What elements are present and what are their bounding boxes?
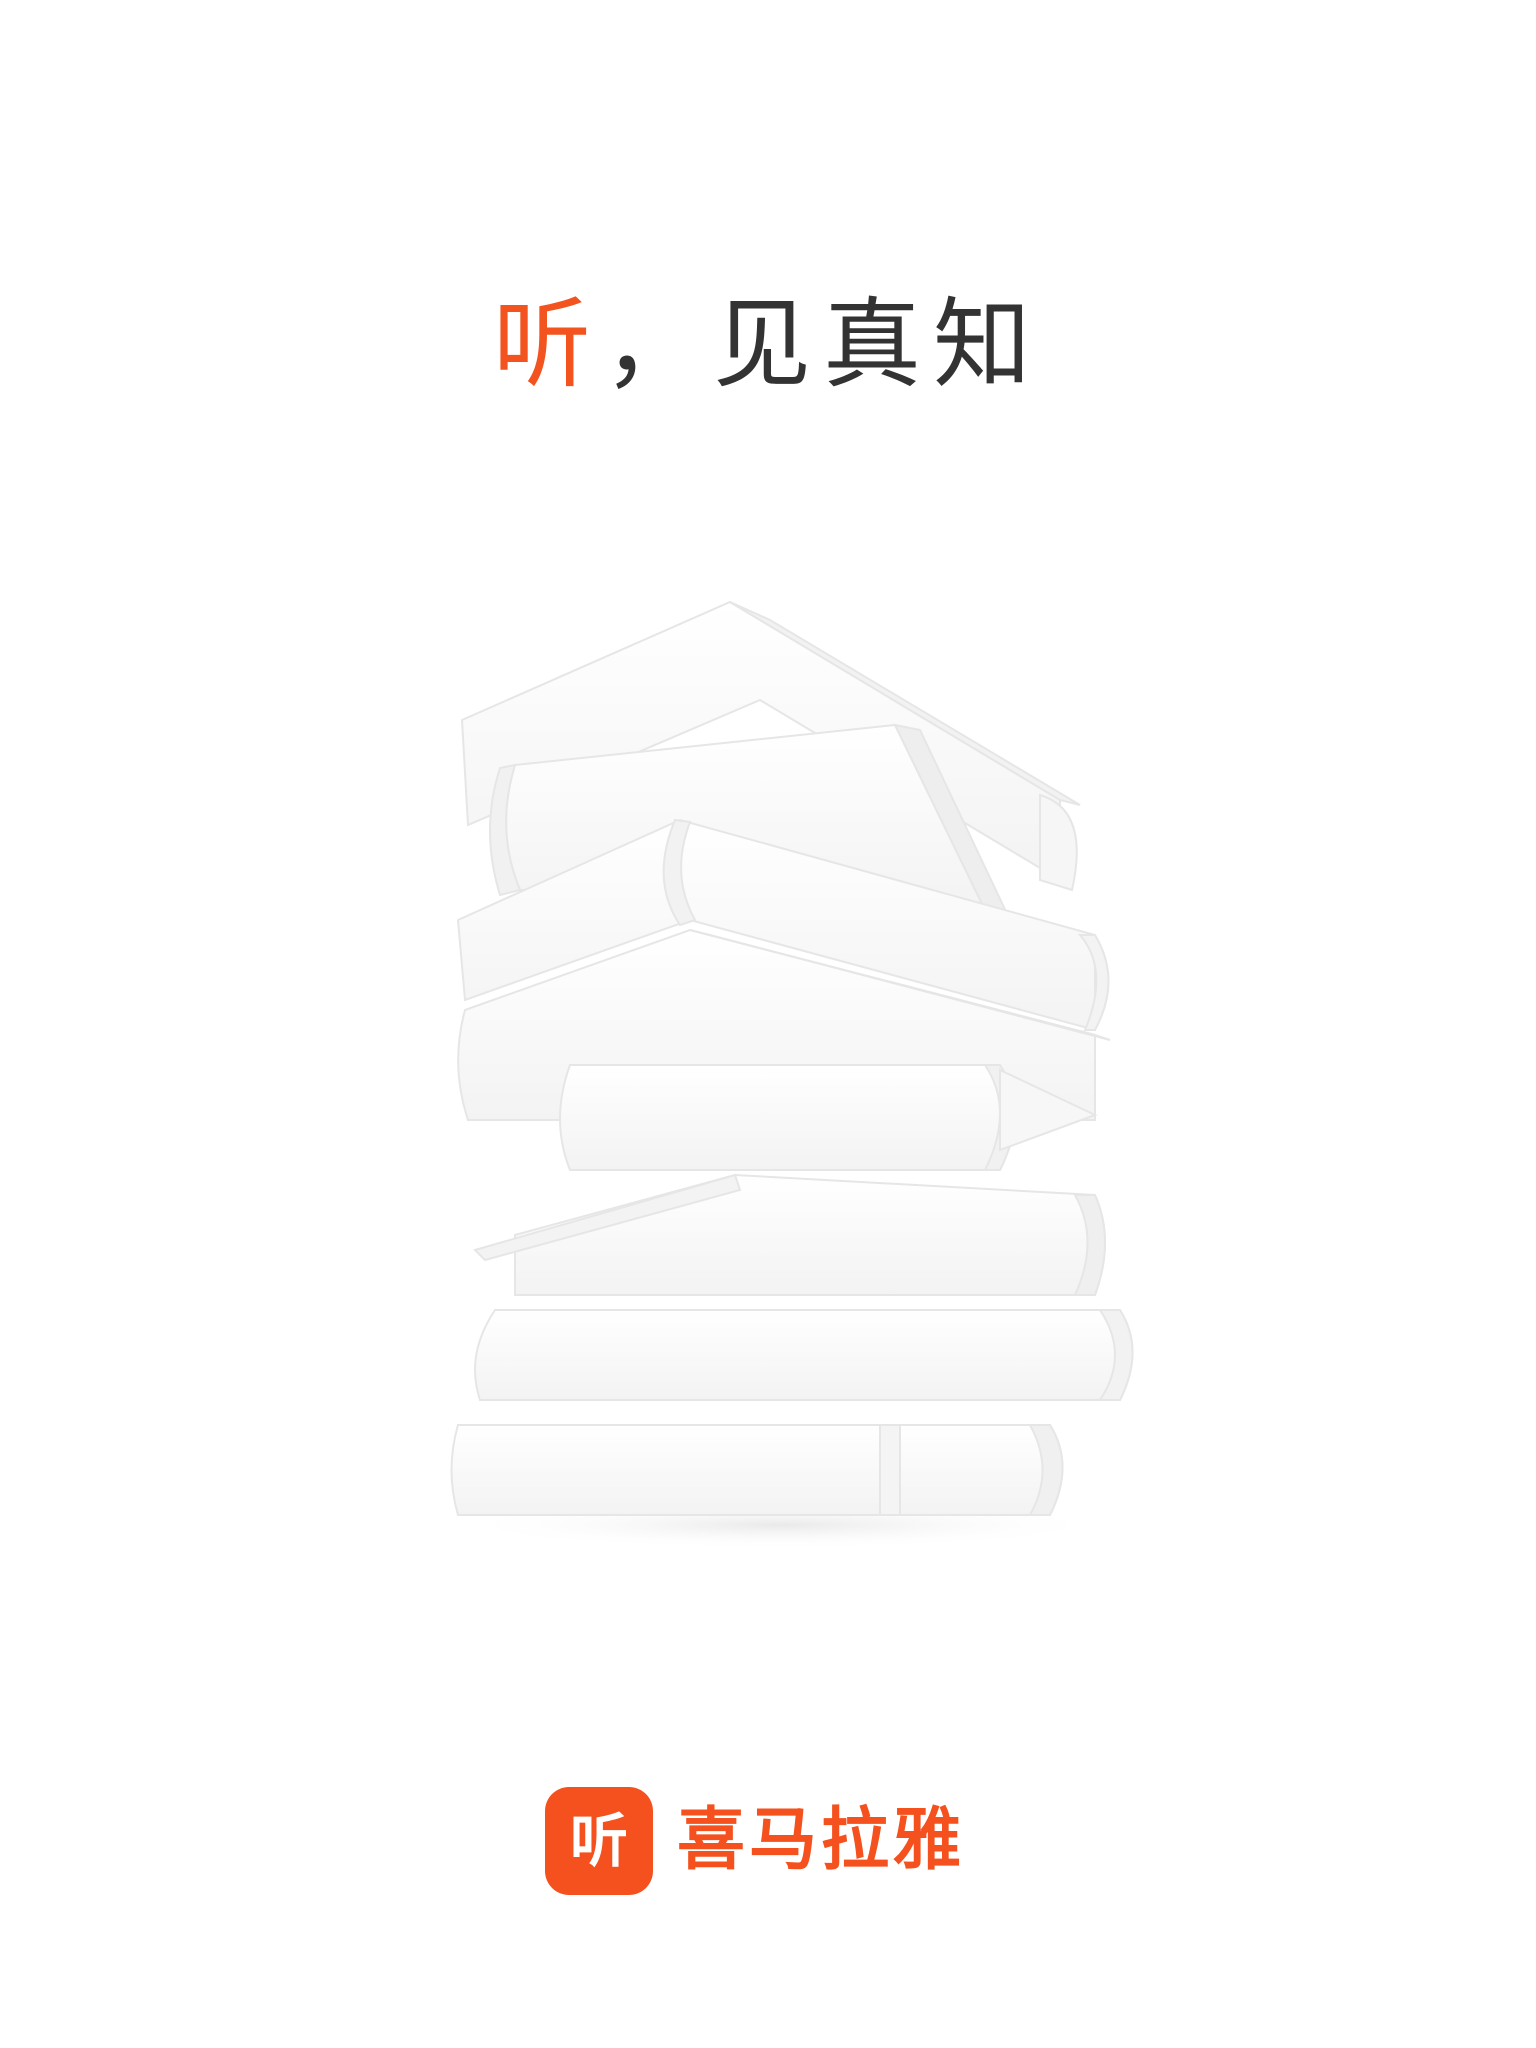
splash-screen: 听，见真知 听 喜马拉雅 [0,0,1536,2048]
brand-logo: 听 喜马拉雅 [545,1787,965,1895]
book-stack-icon [450,600,1134,1549]
brand-name: 喜马拉雅 [677,1801,966,1880]
book-8 [450,1424,1064,1516]
brand-icon-text: 听 [569,1807,628,1875]
slogan: 听，见真知 [0,285,1536,405]
book-7 [474,1309,1134,1401]
slogan-accent: 听 [492,288,603,402]
slogan-rest: ，见真知 [603,288,1044,402]
book-5 [559,1064,1098,1171]
book-6 [473,1173,1106,1296]
brand-app-icon: 听 [545,1787,653,1895]
